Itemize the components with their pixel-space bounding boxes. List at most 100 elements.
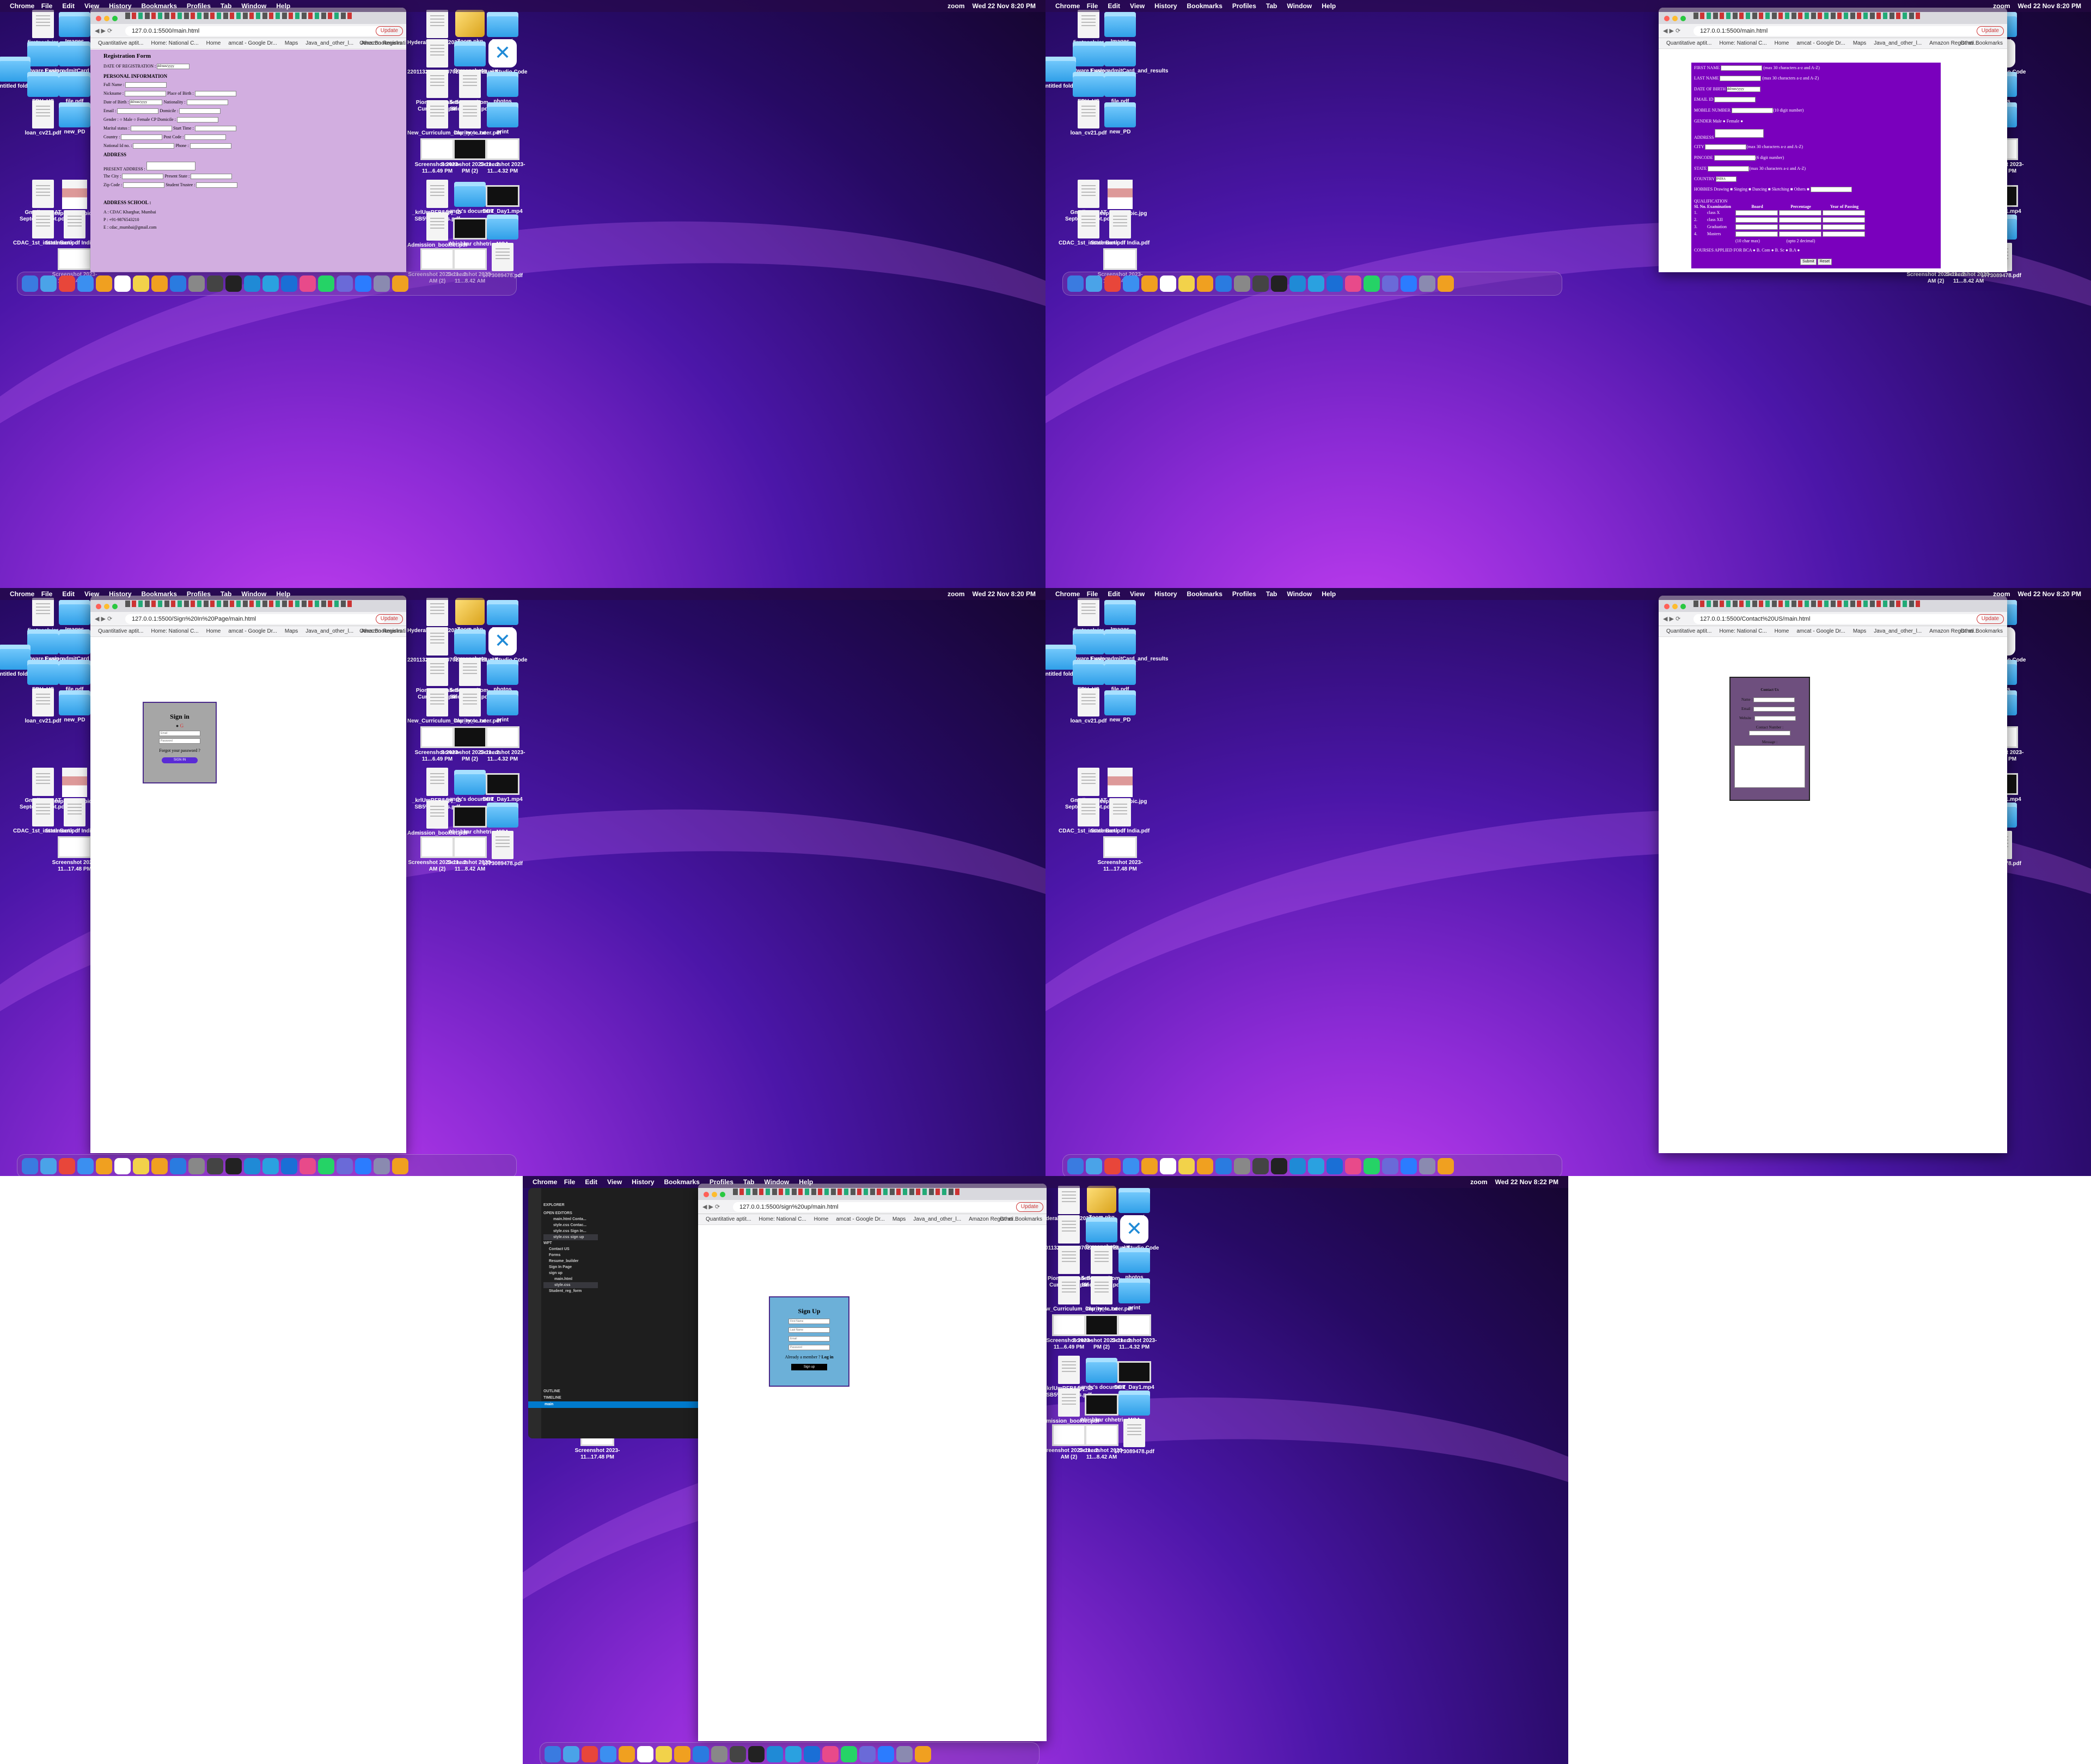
dock-app-icon[interactable] xyxy=(656,1746,672,1762)
open-editors[interactable]: OPEN EDITORS xyxy=(543,1210,598,1216)
login-link[interactable]: Log in xyxy=(822,1355,834,1359)
last-name-input[interactable]: Last Name xyxy=(788,1327,830,1333)
dock-app-icon[interactable] xyxy=(637,1746,653,1762)
menu-item[interactable]: History xyxy=(1154,590,1177,598)
menu-item[interactable]: Edit xyxy=(62,590,75,598)
tab-strip[interactable] xyxy=(1693,601,1922,607)
menu-item[interactable]: Help xyxy=(799,1178,813,1186)
open-file[interactable]: style.css sign up xyxy=(543,1234,598,1240)
tree-item[interactable]: main.html xyxy=(543,1276,598,1282)
project-folder[interactable]: WPT xyxy=(543,1240,598,1246)
bookmark[interactable]: amcat - Google Dr... xyxy=(1796,628,1845,634)
desktop-icon[interactable]: print xyxy=(473,100,533,136)
close-icon[interactable] xyxy=(1664,16,1670,21)
dock-app-icon[interactable] xyxy=(878,1746,894,1762)
maximize-icon[interactable] xyxy=(1680,604,1686,609)
name-input[interactable] xyxy=(1753,697,1795,702)
menu-item[interactable]: File xyxy=(1087,2,1098,10)
tab-strip[interactable] xyxy=(1693,13,1922,19)
forgot-password-link[interactable]: Forgot your password ? xyxy=(144,748,216,753)
dock-app-icon[interactable] xyxy=(262,275,279,292)
nationality-input[interactable] xyxy=(186,100,228,106)
desktop-icon[interactable]: print xyxy=(473,688,533,724)
desktop-icon[interactable]: DBT_Day1.mp4 xyxy=(473,180,533,215)
year-input[interactable] xyxy=(1823,217,1865,223)
dock-app-icon[interactable] xyxy=(1364,1158,1380,1174)
dock-app-icon[interactable] xyxy=(1086,275,1102,292)
update-button[interactable]: Update xyxy=(1976,614,2004,624)
dob-input[interactable]: dd/mm/yyyy xyxy=(130,100,163,106)
menu-item[interactable]: History xyxy=(109,2,131,10)
dock-app-icon[interactable] xyxy=(1252,275,1269,292)
menu-item[interactable]: Help xyxy=(276,2,290,10)
tree-item[interactable]: Forms xyxy=(543,1252,598,1258)
marital-input[interactable] xyxy=(131,126,172,132)
dock-app-icon[interactable] xyxy=(355,1158,371,1174)
menu-item[interactable]: Bookmarks xyxy=(664,1178,700,1186)
bookmark[interactable]: Quantitative aptit... xyxy=(1666,628,1711,634)
bookmark[interactable]: Home xyxy=(1775,628,1789,634)
bookmark[interactable]: Maps xyxy=(285,40,298,46)
dock-app-icon[interactable] xyxy=(133,275,149,292)
bookmark[interactable]: Home: National C... xyxy=(1719,628,1766,634)
other-bookmarks[interactable]: Other Bookmarks xyxy=(1000,1214,1042,1224)
dock-app-icon[interactable] xyxy=(822,1746,839,1762)
desktop-icon[interactable]: Screenshot 2023-11...17.48 PM xyxy=(1090,831,1150,873)
dock-app-icon[interactable] xyxy=(1141,275,1158,292)
tab-strip[interactable] xyxy=(125,13,354,19)
dock-app-icon[interactable] xyxy=(1438,275,1454,292)
menu-item[interactable]: File xyxy=(1087,590,1098,598)
mobile-input[interactable] xyxy=(1731,108,1773,114)
start-time-input[interactable] xyxy=(194,126,236,132)
reset-button[interactable]: Reset xyxy=(1817,259,1832,265)
dock-app-icon[interactable] xyxy=(1178,275,1195,292)
clock[interactable]: Wed 22 Nov 8:22 PM xyxy=(1495,1178,1558,1186)
zoom-status[interactable]: zoom xyxy=(1470,1178,1487,1186)
desktop-icon[interactable]: DBT_Day1.mp4 xyxy=(473,768,533,803)
student-trustee-input[interactable] xyxy=(196,182,238,188)
other-bookmarks[interactable]: Other Bookmarks xyxy=(1960,626,2003,636)
dock-app-icon[interactable] xyxy=(1401,275,1417,292)
dock-app-icon[interactable] xyxy=(1382,275,1398,292)
dock-app-icon[interactable] xyxy=(1123,275,1139,292)
dock-app-icon[interactable] xyxy=(693,1746,709,1762)
dock-app-icon[interactable] xyxy=(133,1158,149,1174)
bookmark[interactable]: Home xyxy=(206,628,221,634)
dock-app-icon[interactable] xyxy=(1234,275,1250,292)
address-input[interactable] xyxy=(1715,129,1764,138)
bookmark[interactable]: Quantitative aptit... xyxy=(98,628,143,634)
bookmark[interactable]: Maps xyxy=(1853,40,1866,46)
dock-app-icon[interactable] xyxy=(188,1158,205,1174)
desktop-icon[interactable]: DBT_Day1.mp4 xyxy=(1104,1356,1164,1391)
desktop-icon[interactable]: Screenshot 2023-11...4.32 PM xyxy=(1104,1309,1164,1351)
desktop-icon[interactable]: Screenshot 2023-11...4.32 PM xyxy=(473,133,533,175)
tree-item[interactable]: Resume_builder xyxy=(543,1258,598,1264)
bookmark[interactable]: amcat - Google Dr... xyxy=(1796,40,1845,46)
password-input[interactable]: Password xyxy=(159,738,200,744)
maximize-icon[interactable] xyxy=(112,604,118,609)
first-name-input[interactable] xyxy=(1721,65,1763,71)
bcom-radio[interactable]: B. Com xyxy=(1757,248,1770,253)
dock-app-icon[interactable] xyxy=(1123,1158,1139,1174)
dock-app-icon[interactable] xyxy=(915,1746,931,1762)
dock-app-icon[interactable] xyxy=(22,1158,38,1174)
menu-app[interactable]: Chrome xyxy=(10,590,34,598)
dock-app-icon[interactable] xyxy=(318,275,334,292)
email-input[interactable] xyxy=(1714,97,1756,103)
bookmark[interactable]: Home: National C... xyxy=(151,628,198,634)
update-button[interactable]: Update xyxy=(375,26,403,36)
maximize-icon[interactable] xyxy=(1680,16,1686,21)
tree-item[interactable]: Sign In Page xyxy=(543,1264,598,1270)
nav-arrows-icon[interactable]: ◀ ▶ ⟳ xyxy=(1663,612,1680,626)
dock-app-icon[interactable] xyxy=(1234,1158,1250,1174)
minimize-icon[interactable] xyxy=(104,16,109,21)
city-input[interactable] xyxy=(1705,144,1747,150)
dock-app-icon[interactable] xyxy=(40,1158,57,1174)
menu-item[interactable]: History xyxy=(1154,2,1177,10)
menu-item[interactable]: Tab xyxy=(221,590,231,598)
menu-item[interactable]: Edit xyxy=(585,1178,597,1186)
dock-app-icon[interactable] xyxy=(59,275,75,292)
dock-app-icon[interactable] xyxy=(96,1158,112,1174)
dock-app-icon[interactable] xyxy=(281,1158,297,1174)
minimize-icon[interactable] xyxy=(1672,16,1678,21)
